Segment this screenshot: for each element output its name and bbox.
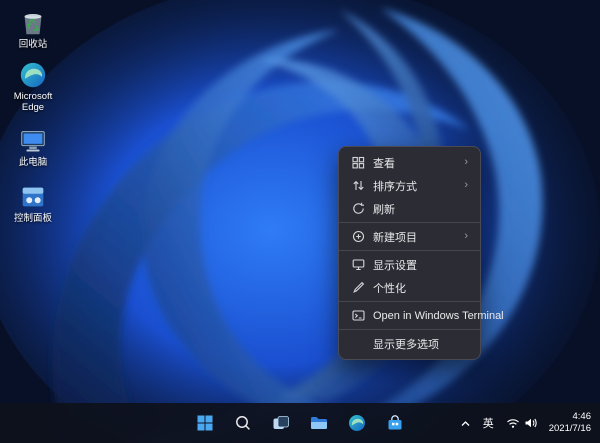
- menu-item-label: 排序方式: [373, 178, 456, 194]
- windows-logo-icon: [195, 413, 215, 433]
- file-explorer-button[interactable]: [302, 407, 336, 439]
- this-pc-icon: [18, 126, 48, 156]
- taskbar-tray: 英 4:46 2021/7/16: [455, 403, 598, 443]
- display-settings-icon: [351, 258, 365, 272]
- menu-separator: [339, 250, 480, 251]
- edge-icon: [18, 60, 48, 90]
- network-volume-button[interactable]: [501, 407, 543, 439]
- refresh-icon: [351, 202, 365, 216]
- menu-item-view[interactable]: 查看 ›: [342, 151, 477, 174]
- store-button[interactable]: [378, 407, 412, 439]
- search-icon: [233, 413, 253, 433]
- sort-icon: [351, 179, 365, 193]
- personalize-icon: [351, 281, 365, 295]
- desktop-icon-label: 回收站: [19, 40, 48, 51]
- desktop-icon-edge[interactable]: Microsoft Edge: [4, 60, 62, 114]
- chevron-up-icon: [460, 418, 471, 429]
- taskbar: 英 4:46 2021/7/16: [0, 403, 600, 443]
- menu-separator: [339, 222, 480, 223]
- menu-item-display-settings[interactable]: 显示设置: [342, 253, 477, 276]
- view-icon: [351, 156, 365, 170]
- show-hidden-icons-button[interactable]: [455, 407, 476, 439]
- edge-button[interactable]: [340, 407, 374, 439]
- language-indicator[interactable]: 英: [478, 407, 499, 439]
- store-icon: [385, 413, 405, 433]
- menu-separator: [339, 329, 480, 330]
- menu-item-new[interactable]: 新建项目 ›: [342, 225, 477, 248]
- recycle-bin-icon: [18, 8, 48, 38]
- edge-icon: [347, 413, 367, 433]
- chevron-right-icon: ›: [464, 157, 468, 168]
- menu-separator: [339, 301, 480, 302]
- menu-item-refresh[interactable]: 刷新: [342, 197, 477, 220]
- start-button[interactable]: [188, 407, 222, 439]
- wifi-icon: [506, 417, 520, 429]
- context-menu: 查看 › 排序方式 › 刷新 新建项目 › 显示设置 个性化: [338, 146, 481, 360]
- desktop-icon-recycle-bin[interactable]: 回收站: [4, 8, 62, 51]
- tray-date: 2021/7/16: [549, 423, 591, 435]
- menu-item-label: 显示更多选项: [373, 336, 468, 352]
- clock[interactable]: 4:46 2021/7/16: [545, 411, 598, 436]
- chevron-right-icon: ›: [464, 180, 468, 191]
- menu-item-label: 显示设置: [373, 257, 468, 273]
- speaker-icon: [524, 417, 538, 429]
- folder-icon: [309, 413, 329, 433]
- menu-item-label: 查看: [373, 155, 456, 171]
- tray-time: 4:46: [549, 411, 591, 423]
- menu-item-label: 刷新: [373, 201, 468, 217]
- blank-icon: [351, 337, 365, 351]
- desktop-icon-label: 此电脑: [19, 158, 48, 169]
- chevron-right-icon: ›: [464, 231, 468, 242]
- new-item-icon: [351, 230, 365, 244]
- menu-item-open-windows-terminal[interactable]: Open in Windows Terminal: [342, 304, 477, 327]
- desktop-icon-control-panel[interactable]: 控制面板: [4, 182, 62, 225]
- wallpaper: [0, 0, 600, 443]
- desktop-icon-label: Microsoft Edge: [4, 92, 62, 114]
- search-button[interactable]: [226, 407, 260, 439]
- menu-item-label: 个性化: [373, 280, 468, 296]
- task-view-icon: [271, 413, 291, 433]
- desktop-icon-this-pc[interactable]: 此电脑: [4, 126, 62, 169]
- control-panel-icon: [18, 182, 48, 212]
- menu-item-sort-by[interactable]: 排序方式 ›: [342, 174, 477, 197]
- menu-item-label: 新建项目: [373, 229, 456, 245]
- terminal-icon: [351, 309, 365, 323]
- menu-item-personalize[interactable]: 个性化: [342, 276, 477, 299]
- menu-item-label: Open in Windows Terminal: [373, 310, 504, 322]
- desktop-icon-label: 控制面板: [14, 214, 52, 225]
- menu-item-show-more-options[interactable]: 显示更多选项: [342, 332, 477, 355]
- task-view-button[interactable]: [264, 407, 298, 439]
- taskbar-center: [188, 403, 412, 443]
